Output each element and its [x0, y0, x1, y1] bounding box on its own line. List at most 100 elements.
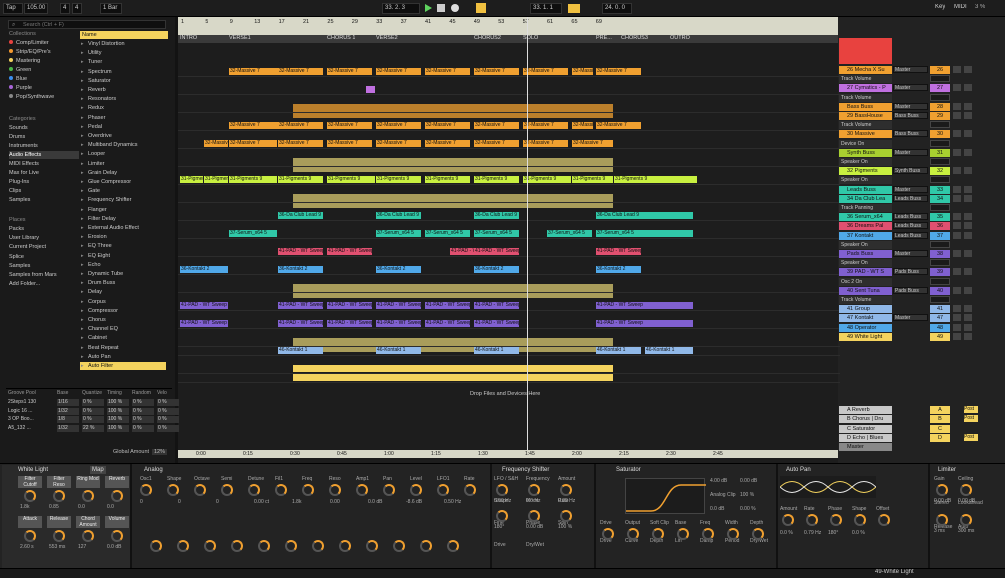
browser-item[interactable]: Overdrive — [80, 132, 166, 140]
arrangement-clip[interactable] — [293, 158, 613, 172]
macro-4-knob[interactable] — [24, 530, 36, 542]
analog-knob-row2[interactable] — [393, 540, 405, 552]
map-button[interactable]: Map — [90, 466, 106, 474]
arrangement-clip[interactable]: 41-PAD - WT Sweep — [278, 248, 323, 255]
arrangement-clip[interactable]: 37-Serum_x64 5 — [229, 230, 277, 237]
groove-cell[interactable]: 0 % — [132, 399, 154, 406]
arrangement-clip[interactable]: 32-Massive 7 — [229, 122, 281, 129]
sat-value[interactable]: Analog Clip — [710, 492, 736, 498]
arrangement-clip[interactable]: 41-PAD - WT Sweep — [180, 302, 228, 309]
arrangement-clip[interactable] — [366, 86, 375, 93]
track-solo-button[interactable] — [953, 148, 961, 156]
arrangement-clip[interactable]: 32-Massive 7 — [278, 68, 323, 75]
arrangement-clip[interactable]: 32-Massive 7 — [425, 140, 470, 147]
arrangement-clip[interactable]: 36-Da Club Lead 9 — [376, 212, 421, 219]
track-name[interactable]: 40 Sent Tuna — [839, 286, 892, 295]
browser-item[interactable]: Pedal — [80, 123, 166, 131]
track-output-route[interactable]: Master — [893, 84, 928, 92]
browser-item[interactable]: Gate — [80, 187, 166, 195]
automation-value[interactable] — [930, 259, 950, 267]
macro-4-value[interactable]: 2.60 s — [20, 544, 34, 550]
place-0[interactable]: Packs — [9, 225, 79, 233]
automation-value[interactable] — [930, 121, 950, 129]
track-output-route[interactable]: Master — [893, 148, 928, 156]
fs-knob[interactable] — [496, 510, 508, 522]
autopan-knob[interactable] — [830, 514, 842, 526]
track-number[interactable]: 32 — [930, 167, 950, 176]
arrangement-clip[interactable]: 31-Pigments 9 — [614, 176, 697, 183]
track-name[interactable]: Synth Buss — [839, 148, 892, 157]
automation-value[interactable] — [930, 240, 950, 248]
track-number[interactable]: 48 — [930, 323, 950, 332]
track-solo-button[interactable] — [953, 66, 961, 73]
track-number[interactable]: 26 — [930, 66, 950, 74]
return-letter[interactable]: B — [930, 415, 950, 424]
automation-chooser[interactable]: Track Volume — [839, 75, 892, 84]
groove-cell[interactable]: 1/32 — [57, 407, 79, 415]
track-number[interactable]: 35 — [930, 213, 950, 222]
arrangement-clip[interactable]: 31-Pigments 9 — [204, 176, 228, 183]
arrangement-clip[interactable]: 31-Pigments 9 — [180, 176, 203, 183]
track-output-route[interactable]: Leads Buss — [893, 222, 928, 230]
autopan-knob[interactable] — [806, 514, 818, 526]
sat-value[interactable]: 0.00 % — [740, 506, 756, 512]
macro-7-knob[interactable] — [111, 530, 123, 542]
analog-value[interactable]: 0.0 dB — [368, 499, 382, 505]
automation-chooser[interactable]: Speaker On — [839, 176, 892, 185]
sat-value[interactable]: 4.00 dB — [710, 478, 727, 484]
place-3[interactable]: Splice — [9, 253, 79, 261]
analog-knob-row2[interactable] — [258, 540, 270, 552]
browser-item[interactable]: Compressor — [80, 307, 166, 315]
track-name[interactable]: 47 Kontakt — [839, 314, 892, 323]
macro-6-knob[interactable] — [82, 530, 94, 542]
track-arm-button[interactable] — [964, 112, 972, 119]
track-output-route[interactable]: Master — [893, 250, 928, 257]
analog-knob-row2[interactable] — [150, 540, 162, 552]
track-name[interactable]: Leads Buss — [839, 185, 892, 194]
locator-1[interactable]: VERSE1 — [229, 35, 251, 41]
arrangement-clip[interactable]: 36-Da Club Lead 9 — [278, 212, 323, 219]
track-solo-button[interactable] — [953, 286, 961, 294]
analog-value[interactable]: 1.8k — [292, 499, 301, 505]
track-solo-button[interactable] — [953, 185, 961, 193]
arrangement-clip[interactable]: 32-Massive 7 — [425, 122, 470, 129]
automation-chooser[interactable]: Track Volume — [839, 93, 892, 102]
track-name[interactable]: 49 White Light — [839, 332, 892, 341]
track-number[interactable]: 47 — [930, 314, 950, 323]
return-track-name[interactable]: B Chorus | Dru — [839, 415, 892, 424]
track-output-route[interactable]: Leads Buss — [893, 213, 928, 221]
arrangement-clip[interactable]: 41-PAD - WT Sweep — [278, 320, 323, 327]
autopan-knob[interactable] — [878, 514, 890, 526]
sat-value[interactable]: 0.00 dB — [740, 478, 757, 484]
arrangement-clip[interactable]: 36-Kontakt 2 — [180, 266, 228, 273]
browser-item[interactable]: Auto Filter — [80, 362, 166, 370]
groove-cell[interactable]: 0 % — [82, 407, 104, 415]
browser-item[interactable]: Spectrum — [80, 68, 166, 76]
arrangement-clip[interactable]: 37-Serum_x64 5 — [547, 230, 592, 237]
name-column-header[interactable]: Name — [80, 31, 168, 39]
global-amount-value[interactable]: 12% — [152, 449, 168, 455]
track-number[interactable]: 27 — [930, 84, 950, 93]
track-name[interactable]: 26 Mecha X Su — [839, 66, 892, 74]
place-1[interactable]: User Library — [9, 234, 79, 242]
collection-2[interactable]: Mastering — [9, 57, 79, 65]
arrangement-clip[interactable]: 41-PAD - WT Sweep — [474, 320, 519, 327]
macro-0-value[interactable]: 1.8k — [20, 504, 29, 510]
arrangement-clip[interactable]: 41-PAD - WT Sweep — [474, 248, 519, 255]
return-post-button[interactable]: Post — [964, 433, 978, 441]
track-solo-button[interactable] — [953, 314, 961, 322]
track-name[interactable]: 32 Pigments — [839, 167, 892, 176]
arrangement-clip[interactable]: 32-Massive 7 — [204, 140, 228, 147]
category-6[interactable]: Plug-Ins — [9, 178, 79, 186]
sat-knob[interactable] — [602, 528, 614, 540]
analog-knob[interactable] — [221, 484, 233, 496]
analog-knob[interactable] — [302, 484, 314, 496]
fs-knob[interactable] — [560, 510, 572, 522]
automation-value[interactable] — [930, 75, 950, 83]
fs-knob[interactable] — [560, 484, 572, 496]
track-name[interactable]: 36 Serum_x64 — [839, 213, 892, 222]
return-track-name[interactable]: A Reverb — [839, 406, 892, 414]
track-output-route[interactable]: Bass Buss — [893, 130, 928, 138]
analog-knob[interactable] — [356, 484, 368, 496]
sat-knob[interactable] — [652, 528, 664, 540]
